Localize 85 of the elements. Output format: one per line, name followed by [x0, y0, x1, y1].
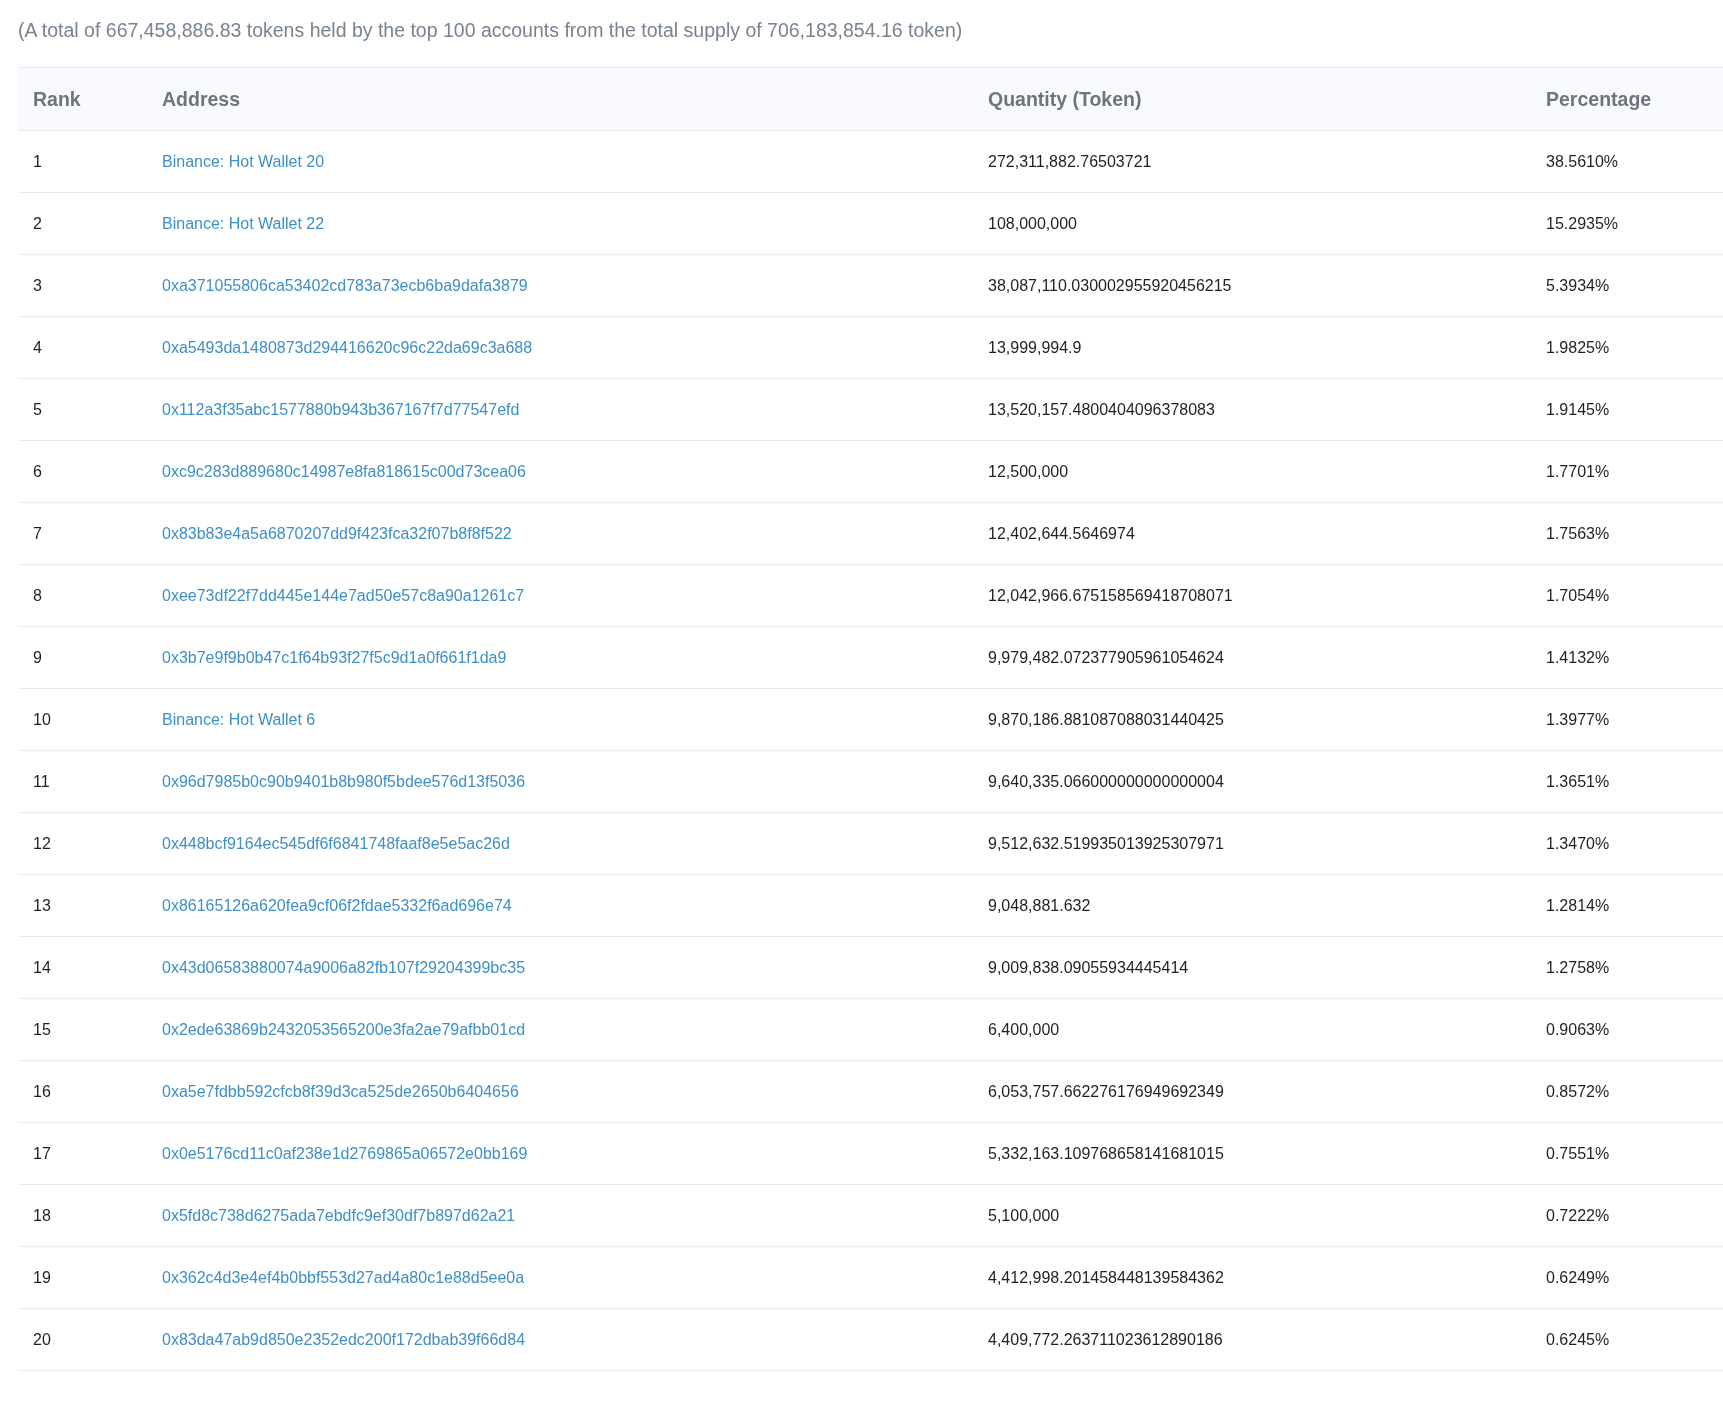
percentage-text: 1.7701%: [1546, 462, 1610, 480]
quantity-text: 9,009,838.09055934445414: [988, 958, 1189, 976]
rank-text: 12: [33, 834, 51, 852]
column-header: Percentage: [1546, 87, 1652, 110]
address-link[interactable]: 0xa5493da1480873d294416620c96c22da69c3a688: [162, 338, 533, 356]
address-link[interactable]: 0x83da47ab9d850e2352edc200f172dbab39f66d84: [162, 1330, 526, 1348]
rank-text: 18: [33, 1206, 51, 1224]
address-link[interactable]: 0xa5e7fdbb592cfcb8f39d3ca525de2650b6404656: [162, 1082, 519, 1100]
percentage-text: 38.5610%: [1546, 152, 1619, 170]
quantity-text: 12,402,644.5646974: [988, 524, 1135, 542]
rank-text: 13: [33, 896, 51, 914]
address-link[interactable]: 0x112a3f35abc1577880b943b367167f7d77547efd: [162, 400, 520, 418]
quantity-text: 5,332,163.109768658141681015: [988, 1144, 1224, 1162]
percentage-text: 0.8572%: [1546, 1082, 1610, 1100]
address-link[interactable]: 0xee73df22f7dd445e144e7ad50e57c8a90a1261c7: [162, 586, 525, 604]
address-link[interactable]: 0x3b7e9f9b0b47c1f64b93f27f5c9d1a0f661f1da9: [162, 648, 507, 666]
percentage-text: 1.9145%: [1546, 400, 1610, 418]
quantity-text: 9,870,186.881087088031440425: [988, 710, 1224, 728]
address-link[interactable]: 0x448bcf9164ec545df6f6841748faaf8e5e5ac26d: [162, 834, 510, 852]
percentage-text: 1.4132%: [1546, 648, 1610, 666]
quantity-text: 4,412,998.201458448139584362: [988, 1268, 1224, 1286]
quantity-text: 13,520,157.4800404096378083: [988, 400, 1215, 418]
quantity-text: 9,512,632.519935013925307971: [988, 834, 1224, 852]
rank-text: 10: [33, 710, 51, 728]
column-header: Address: [162, 87, 241, 110]
quantity-text: 272,311,882.76503721: [988, 152, 1152, 170]
percentage-text: 1.9825%: [1546, 338, 1610, 356]
quantity-text: 12,042,966.675158569418708071: [988, 586, 1233, 604]
rank-text: 20: [33, 1330, 51, 1348]
quantity-text: 13,999,994.9: [988, 338, 1082, 356]
quantity-text: 4,409,772.263711023612890186: [988, 1330, 1223, 1348]
rank-text: 17: [33, 1144, 51, 1162]
address-link[interactable]: 0x86165126a620fea9cf06f2fdae5332f6ad696e74: [162, 896, 512, 914]
rank-text: 14: [33, 958, 51, 976]
address-link[interactable]: Binance: Hot Wallet 6: [162, 710, 316, 728]
percentage-text: 15.2935%: [1546, 214, 1619, 232]
rank-text: 4: [33, 338, 42, 356]
quantity-text: 108,000,000: [988, 214, 1077, 232]
percentage-text: 1.3977%: [1546, 710, 1610, 728]
address-link[interactable]: 0x0e5176cd11c0af238e1d2769865a06572e0bb169: [162, 1144, 528, 1162]
address-link[interactable]: 0x362c4d3e4ef4b0bbf553d27ad4a80c1e88d5ee0a: [162, 1268, 525, 1286]
percentage-text: 0.6249%: [1546, 1268, 1610, 1286]
address-link[interactable]: Binance: Hot Wallet 22: [162, 214, 325, 232]
percentage-text: 0.7222%: [1546, 1206, 1610, 1224]
rank-text: 16: [33, 1082, 51, 1100]
rank-text: 11: [33, 772, 50, 790]
quantity-text: 9,048,881.632: [988, 896, 1091, 914]
percentage-text: 1.2814%: [1546, 896, 1610, 914]
address-link[interactable]: 0x5fd8c738d6275ada7ebdfc9ef30df7b897d62a21: [162, 1206, 516, 1224]
rank-text: 8: [33, 586, 42, 604]
quantity-text: 12,500,000: [988, 462, 1069, 480]
address-link[interactable]: 0xa371055806ca53402cd783a73ecb6ba9dafa3879: [162, 276, 528, 294]
rank-text: 2: [33, 214, 42, 232]
rank-text: 5: [33, 400, 42, 418]
address-link[interactable]: Binance: Hot Wallet 20: [162, 152, 325, 170]
rank-text: 6: [33, 462, 42, 480]
percentage-text: 0.6245%: [1546, 1330, 1610, 1348]
percentage-text: 1.3470%: [1546, 834, 1610, 852]
quantity-text: 6,053,757.662276176949692349: [988, 1082, 1224, 1100]
address-link[interactable]: 0xc9c283d889680c14987e8fa818615c00d73cea06: [162, 462, 526, 480]
rank-text: 1: [33, 152, 42, 170]
address-link[interactable]: 0x83b83e4a5a6870207dd9f423fca32f07b8f8f522: [162, 524, 512, 542]
column-header: Quantity (Token): [988, 87, 1142, 110]
percentage-text: 1.3651%: [1546, 772, 1610, 790]
rank-text: 19: [33, 1268, 51, 1286]
rank-text: 9: [33, 648, 42, 666]
quantity-text: 9,979,482.072377905961054624: [988, 648, 1224, 666]
rank-text: 3: [33, 276, 42, 294]
summary-text: (A total of 667,458,886.83 tokens held by the top 100 accounts from the total supply of 706,183,854.16 token): [18, 18, 964, 43]
address-link[interactable]: 0x43d06583880074a9006a82fb107f29204399bc35: [162, 958, 526, 976]
percentage-text: 5.3934%: [1546, 276, 1610, 294]
quantity-text: 5,100,000: [988, 1206, 1060, 1224]
percentage-text: 1.7054%: [1546, 586, 1610, 604]
quantity-text: 38,087,110.030002955920456215: [988, 276, 1232, 294]
quantity-text: 9,640,335.066000000000000004: [988, 772, 1224, 790]
percentage-text: 0.7551%: [1546, 1144, 1610, 1162]
quantity-text: 6,400,000: [988, 1020, 1060, 1038]
column-header: Rank: [33, 87, 81, 110]
rank-text: 7: [33, 524, 42, 542]
percentage-text: 1.7563%: [1546, 524, 1610, 542]
address-link[interactable]: 0x96d7985b0c90b9401b8b980f5bdee576d13f5036: [162, 772, 526, 790]
percentage-text: 1.2758%: [1546, 958, 1610, 976]
rank-text: 15: [33, 1020, 51, 1038]
percentage-text: 0.9063%: [1546, 1020, 1610, 1038]
address-link[interactable]: 0x2ede63869b2432053565200e3fa2ae79afbb01cd: [162, 1020, 526, 1038]
